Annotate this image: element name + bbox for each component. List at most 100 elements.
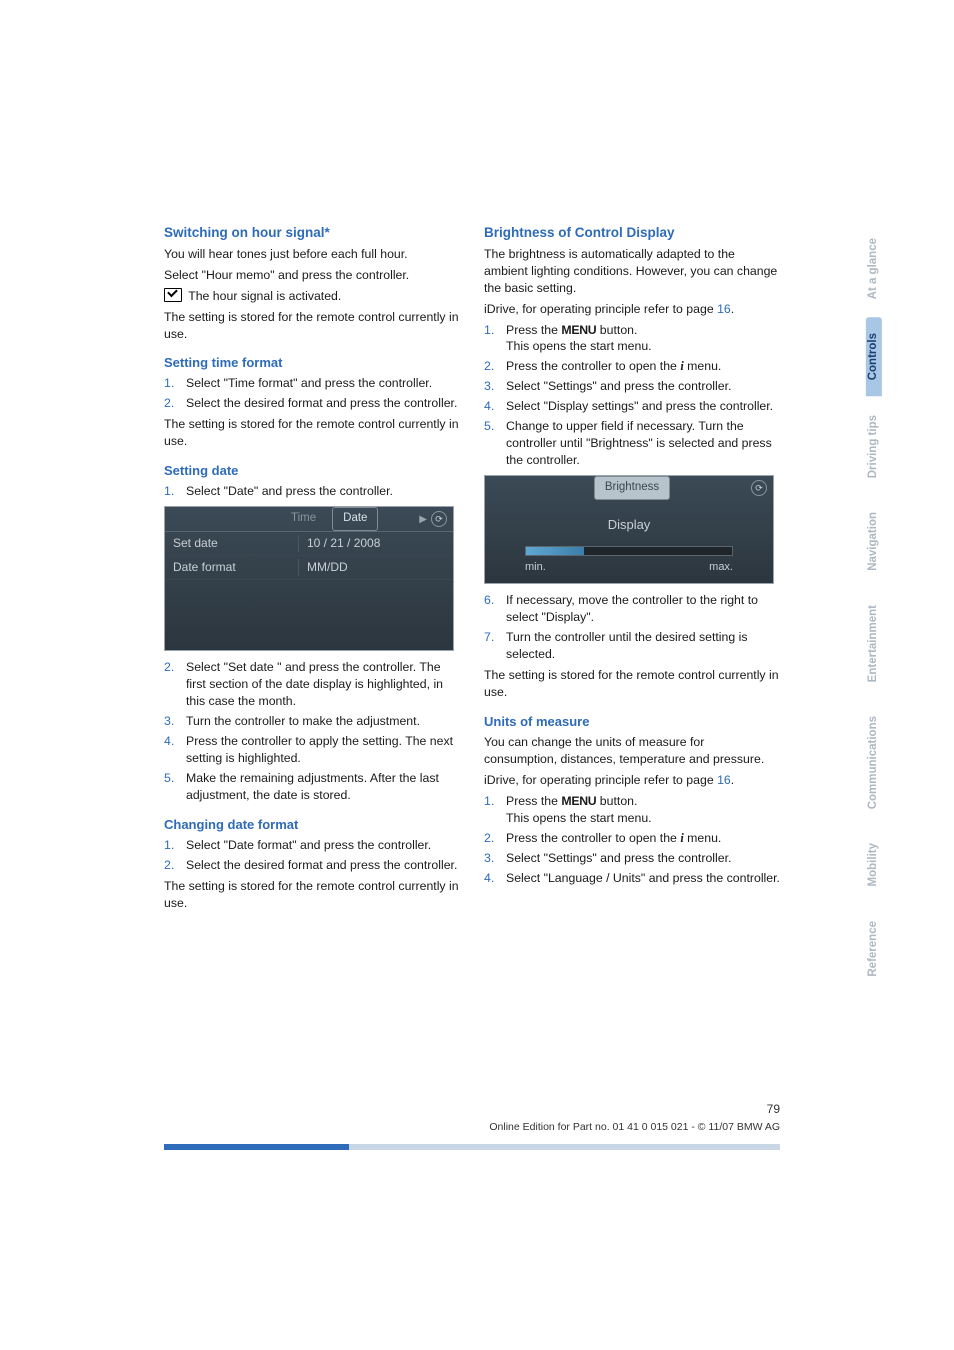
blank-area [165, 580, 453, 650]
page: Switching on hour signal* You will hear … [0, 0, 954, 1350]
left-column: Switching on hour signal* You will hear … [164, 224, 460, 916]
heading-time-format: Setting time format [164, 354, 460, 372]
tab-time: Time [281, 508, 326, 530]
cell-label: Set date [165, 535, 298, 552]
side-tab-at-a-glance[interactable]: At a glance [866, 222, 882, 315]
page-progress [164, 1144, 780, 1150]
step-text: Select the desired format and press the … [186, 395, 460, 412]
steps-brightness: 1.Press the MENU button.This opens the s… [484, 322, 780, 470]
step-number: 5. [484, 418, 506, 469]
tab-bar: Brightness [485, 476, 773, 500]
idrive-brightness-screenshot: ⟳ Brightness Display min. max. [484, 475, 774, 584]
idrive-date-screenshot: ▶ ⟳ Time Date Set date 10 / 21 / 2008 Da… [164, 506, 454, 651]
paragraph: The setting is stored for the remote con… [484, 667, 780, 701]
heading-setting-date: Setting date [164, 462, 460, 480]
paragraph: You can change the units of measure for … [484, 734, 780, 768]
step-text: Select "Time format" and press the contr… [186, 375, 460, 392]
paragraph: iDrive, for operating principle refer to… [484, 301, 780, 318]
step-number: 3. [484, 378, 506, 395]
cell-label: Date format [165, 559, 298, 576]
step-number: 2. [164, 659, 186, 710]
paragraph: You will hear tones just before each ful… [164, 246, 460, 263]
text: The hour signal is activated. [188, 289, 341, 303]
page-reference[interactable]: 16 [717, 302, 731, 316]
step-number: 2. [164, 857, 186, 874]
arrow-right-icon: ▶ [419, 513, 427, 527]
step-number: 2. [484, 358, 506, 375]
step-text: Press the controller to open the i menu. [506, 830, 780, 847]
step-text: Turn the controller to make the adjustme… [186, 713, 460, 730]
step-text: Make the remaining adjustments. After th… [186, 770, 460, 804]
page-number: 79 [164, 1101, 780, 1118]
paragraph: The setting is stored for the remote con… [164, 416, 460, 450]
step-text: Press the MENU button.This opens the sta… [506, 793, 780, 827]
side-tab-reference[interactable]: Reference [866, 905, 882, 993]
step-number: 1. [484, 322, 506, 356]
step-text: Select "Settings" and press the controll… [506, 850, 780, 867]
menu-label: MENU [561, 323, 596, 337]
step-number: 1. [484, 793, 506, 827]
step-text: Select "Display settings" and press the … [506, 398, 780, 415]
step-text: Select "Settings" and press the controll… [506, 378, 780, 395]
steps-change-date-format: 1.Select "Date format" and press the con… [164, 837, 460, 874]
text: iDrive, for operating principle refer to… [484, 773, 717, 787]
step-text: Select the desired format and press the … [186, 857, 460, 874]
side-tab-driving-tips[interactable]: Driving tips [866, 399, 882, 494]
brightness-slider [525, 546, 733, 556]
step-text: Press the controller to apply the settin… [186, 733, 460, 767]
step-number: 4. [484, 398, 506, 415]
side-tab-mobility[interactable]: Mobility [866, 827, 882, 902]
step-number: 4. [164, 733, 186, 767]
text: iDrive, for operating principle refer to… [484, 302, 717, 316]
side-tab-controls[interactable]: Controls [866, 317, 882, 396]
slider-fill [526, 547, 584, 555]
step-text: Select "Set date " and press the control… [186, 659, 460, 710]
max-label: max. [709, 560, 733, 575]
row-date-format: Date format MM/DD [165, 556, 453, 580]
display-label: Display [485, 500, 773, 540]
step-number: 5. [164, 770, 186, 804]
step-number: 4. [484, 870, 506, 887]
steps-date-1: 1.Select "Date" and press the controller… [164, 483, 460, 500]
step-number: 2. [164, 395, 186, 412]
footer: 79 Online Edition for Part no. 01 41 0 0… [164, 1101, 780, 1134]
min-label: min. [525, 560, 546, 575]
heading-changing-date-format: Changing date format [164, 816, 460, 834]
heading-hour-signal: Switching on hour signal* [164, 224, 460, 243]
step-number: 1. [164, 483, 186, 500]
checkbox-icon [164, 288, 182, 302]
tab-bar: Time Date [165, 507, 453, 532]
heading-units: Units of measure [484, 713, 780, 731]
side-tab-strip: At a glance Controls Driving tips Naviga… [866, 222, 890, 994]
progress-bar [164, 1144, 349, 1150]
step-number: 2. [484, 830, 506, 847]
step-number: 1. [164, 837, 186, 854]
step-text: Change to upper field if necessary. Turn… [506, 418, 780, 469]
paragraph: The setting is stored for the remote con… [164, 878, 460, 912]
steps-time-format: 1.Select "Time format" and press the con… [164, 375, 460, 412]
step-text: Press the controller to open the i menu. [506, 358, 780, 375]
paragraph: The brightness is automatically adapted … [484, 246, 780, 297]
step-text: Select "Date format" and press the contr… [186, 837, 460, 854]
step-number: 3. [164, 713, 186, 730]
step-number: 3. [484, 850, 506, 867]
paragraph: The hour signal is activated. [164, 288, 460, 305]
page-reference[interactable]: 16 [717, 773, 731, 787]
tab-date: Date [332, 507, 378, 531]
cell-value: MM/DD [298, 559, 453, 576]
paragraph: Select "Hour memo" and press the control… [164, 267, 460, 284]
side-tab-communications[interactable]: Communications [866, 700, 882, 825]
heading-brightness: Brightness of Control Display [484, 224, 780, 243]
side-tab-navigation[interactable]: Navigation [866, 496, 882, 587]
step-text: Select "Language / Units" and press the … [506, 870, 780, 887]
step-text: Press the MENU button.This opens the sta… [506, 322, 780, 356]
minmax-row: min. max. [525, 560, 733, 575]
steps-units: 1.Press the MENU button.This opens the s… [484, 793, 780, 887]
side-tab-entertainment[interactable]: Entertainment [866, 589, 882, 698]
step-number: 6. [484, 592, 506, 626]
row-set-date: Set date 10 / 21 / 2008 [165, 532, 453, 556]
menu-label: MENU [561, 794, 596, 808]
tab-brightness: Brightness [594, 476, 670, 500]
step-text: If necessary, move the controller to the… [506, 592, 780, 626]
step-number: 7. [484, 629, 506, 663]
